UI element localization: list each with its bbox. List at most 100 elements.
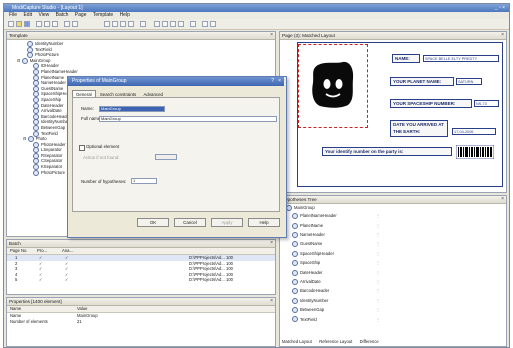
paste-icon[interactable] <box>52 21 58 27</box>
tree-item[interactable]: NameHeader ⋮ <box>280 230 506 239</box>
element-icon <box>33 169 39 176</box>
tree-item[interactable]: BetweenGap ⋮ <box>280 305 506 314</box>
open-folder-icon[interactable] <box>16 21 22 27</box>
select-icon[interactable] <box>104 21 110 27</box>
align-bottom-icon[interactable] <box>178 21 184 27</box>
tree-item[interactable]: DateHeader ⋮ <box>280 268 506 277</box>
toolbar <box>4 19 509 30</box>
tree-item[interactable]: TextField ⋮ <box>280 315 506 324</box>
menu-help[interactable]: Help <box>120 12 130 18</box>
identity-label-box[interactable]: Your identify number on the party is: <box>322 147 452 156</box>
properties-panel-header: Properties [1400 element] × <box>7 298 275 306</box>
tree-item[interactable]: SpaceShipHeader ⋮ <box>280 249 506 258</box>
title-bar: ModiCapture Studio - [Layout 1] _ ▫ × <box>4 4 509 12</box>
menu-edit[interactable]: Edit <box>23 12 32 18</box>
tree-item[interactable]: ArrivalDate ⋮ <box>280 277 506 286</box>
tree-item[interactable]: PlanetNameHeader ⋮ <box>280 211 506 220</box>
window-controls[interactable]: _ ▫ × <box>495 4 505 12</box>
tab-difference[interactable]: Difference <box>360 339 379 345</box>
property-row[interactable]: Number of elements 21 <box>7 319 275 325</box>
name-input[interactable]: MainGroup <box>99 106 165 112</box>
spaceship-label-box[interactable]: YOUR SPACESHIP NUMBER: <box>390 99 472 108</box>
align-left-icon[interactable] <box>154 21 160 27</box>
spaceship-value-box[interactable]: NS-73 <box>474 100 499 107</box>
column-header-page[interactable]: Page No. <box>10 248 27 254</box>
match-marker: ⋮ <box>376 241 381 247</box>
fullname-input[interactable]: MainGroup <box>99 116 277 122</box>
copy-icon[interactable] <box>44 21 50 27</box>
barcode-icon[interactable] <box>456 145 494 159</box>
batch-panel: Batch × Page No. Pro... Ana... 1 ✓ ✓ D:\PPP… <box>6 239 276 295</box>
dialog-tabs: General Search constraints Advanced <box>72 90 166 98</box>
name-value-box[interactable]: SPACE BELLE ELTY PREDTY <box>423 55 499 62</box>
zoom-icon[interactable] <box>202 21 208 27</box>
tree-item[interactable]: SpaceShip ⋮ <box>280 258 506 267</box>
alien-photo-icon <box>312 61 354 108</box>
search-icon[interactable] <box>210 21 216 27</box>
redo-icon[interactable] <box>72 21 78 27</box>
close-icon[interactable]: × <box>278 77 281 86</box>
dialog-title: Properties of MainGroup <box>72 78 127 84</box>
planet-label-box[interactable]: YOUR PLANET NAME: <box>390 77 454 86</box>
column-header-value[interactable]: Value <box>77 306 87 312</box>
undo-icon[interactable] <box>64 21 70 27</box>
text-tool-icon[interactable] <box>120 21 126 27</box>
tab-matched-layout[interactable]: Matched Layout <box>282 339 312 345</box>
photo-frame[interactable] <box>298 44 368 128</box>
arrival-label-box[interactable]: DATE YOU ARRIVED AT THE EARTH: <box>390 120 448 137</box>
properties-panel-title: Properties [1400 element] <box>9 299 62 304</box>
help-icon[interactable]: ? <box>271 77 274 86</box>
rect-tool-icon[interactable] <box>112 21 118 27</box>
cut-icon[interactable] <box>36 21 42 27</box>
tree-item[interactable]: IdentityNumber ⋮ <box>280 296 506 305</box>
hypotheses-input[interactable]: 1 <box>131 178 157 184</box>
batch-table-header: Page No. Pro... Ana... <box>7 248 275 255</box>
menu-page[interactable]: Page <box>75 12 87 18</box>
align-right-icon[interactable] <box>162 21 168 27</box>
menu-view[interactable]: View <box>38 12 49 18</box>
options-group: Optional element Action if not found: <box>79 144 199 170</box>
expand-icon[interactable]: ⊟ <box>17 58 22 63</box>
planet-value-box[interactable]: SATURN <box>456 78 482 85</box>
close-icon[interactable]: × <box>501 32 504 39</box>
grid-icon[interactable] <box>190 21 196 27</box>
column-header-processed[interactable]: Pro... <box>37 248 47 254</box>
name-label-box[interactable]: NAME: <box>392 54 420 63</box>
action-select[interactable] <box>155 154 177 160</box>
element-icon <box>292 241 298 248</box>
hypotheses-panel-header: Hypotheses Tree × <box>280 196 506 204</box>
new-file-icon[interactable] <box>8 21 14 27</box>
properties-table-header: Name Value <box>7 306 275 313</box>
expand-icon[interactable]: ⊟ <box>23 136 28 141</box>
group-tool-icon[interactable] <box>140 21 146 27</box>
properties-dialog: Properties of MainGroup ? × General Sear… <box>67 76 287 238</box>
menu-file[interactable]: File <box>9 12 17 18</box>
close-icon[interactable]: × <box>270 240 273 247</box>
menu-batch[interactable]: Batch <box>56 12 69 18</box>
tree-item[interactable]: PlanetName ⋮ <box>280 221 506 230</box>
column-header-name[interactable]: Name <box>10 306 21 312</box>
tree-item[interactable]: GuestName ⋮ <box>280 239 506 248</box>
close-icon[interactable]: × <box>270 32 273 39</box>
batch-panel-title: Batch <box>9 241 21 246</box>
close-icon[interactable]: × <box>270 298 273 305</box>
arrival-value-box[interactable]: 17-04-2006 <box>452 128 496 135</box>
tab-reference-layout[interactable]: Reference Layout <box>319 339 352 345</box>
save-icon[interactable] <box>24 21 30 27</box>
tree-item[interactable]: BarcodeHeader ⋮ <box>280 286 506 295</box>
optional-checkbox[interactable] <box>79 145 85 151</box>
template-panel-title: Template <box>9 33 28 38</box>
cancel-button[interactable]: Cancel <box>174 218 206 227</box>
element-icon <box>292 260 298 267</box>
apply-button[interactable]: Apply <box>211 218 243 227</box>
help-button[interactable]: Help <box>248 218 280 227</box>
align-top-icon[interactable] <box>170 21 176 27</box>
close-icon[interactable]: × <box>501 196 504 203</box>
table-row[interactable]: 5 ✓ ✓ D:\PPProjects\Ad... 100 <box>7 277 275 283</box>
barcode-tool-icon[interactable] <box>128 21 134 27</box>
template-panel-header: Template × <box>7 32 275 40</box>
column-header-analyzed[interactable]: Ana... <box>62 248 73 254</box>
menu-template[interactable]: Template <box>93 12 113 18</box>
ok-button[interactable]: OK <box>137 218 169 227</box>
element-icon <box>292 222 298 229</box>
